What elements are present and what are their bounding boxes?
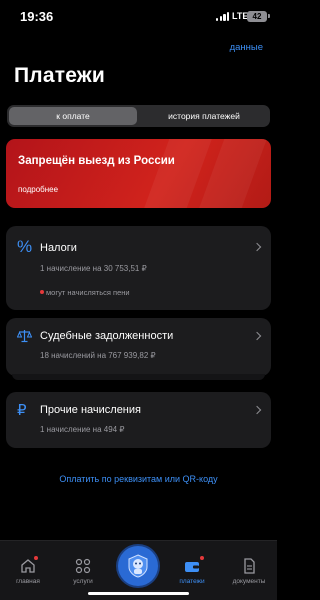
page-title: Платежи bbox=[14, 64, 105, 87]
card-subtitle: 1 начисление на 494 ₽ bbox=[40, 425, 125, 434]
card-title: Судебные задолженности bbox=[40, 330, 174, 342]
chevron-right-icon bbox=[252, 405, 262, 415]
card-title: Прочие начисления bbox=[40, 404, 141, 416]
payments-segmented-control: к оплате история платежей bbox=[7, 105, 270, 127]
other-charges-card[interactable]: ₽ Прочие начисления 1 начисление на 494 … bbox=[6, 392, 271, 448]
data-link[interactable]: данные bbox=[230, 42, 263, 53]
battery-icon: 42 bbox=[247, 11, 267, 22]
assistant-button[interactable] bbox=[118, 546, 158, 586]
card-title: Налоги bbox=[40, 242, 77, 254]
bottom-tab-bar: главная услуги платежи документы bbox=[0, 540, 277, 600]
taxes-card[interactable]: % Налоги 1 начисление на 30 753,51 ₽ мог… bbox=[6, 226, 271, 310]
chevron-right-icon bbox=[252, 331, 262, 341]
network-type: LTE bbox=[232, 11, 249, 21]
tab-label: главная bbox=[16, 578, 40, 585]
scales-icon bbox=[17, 330, 32, 343]
tab-payment-history[interactable]: история платежей bbox=[140, 107, 268, 125]
documents-icon bbox=[244, 558, 255, 574]
status-time: 19:36 bbox=[20, 9, 54, 24]
notification-dot-icon bbox=[199, 555, 205, 561]
cellular-signal-icon bbox=[216, 12, 230, 21]
assistant-robot-icon bbox=[128, 554, 148, 578]
banner-more-link[interactable]: подробнее bbox=[18, 185, 58, 194]
pay-by-requisites-link[interactable]: Оплатить по реквизитам или QR-коду bbox=[0, 474, 277, 484]
home-indicator bbox=[88, 591, 189, 595]
battery-tip bbox=[268, 14, 270, 18]
services-grid-icon bbox=[75, 558, 91, 574]
wallet-icon bbox=[185, 562, 199, 572]
court-debts-card[interactable]: Судебные задолженности 18 начислений на … bbox=[6, 318, 271, 376]
card-stack-shadow bbox=[12, 374, 265, 380]
tab-label: документы bbox=[232, 578, 266, 585]
tab-label: платежи bbox=[179, 578, 205, 585]
card-subtitle: 1 начисление на 30 753,51 ₽ bbox=[40, 264, 147, 273]
ruble-icon: ₽ bbox=[17, 402, 27, 419]
travel-ban-banner[interactable]: Запрещён выезд из России подробнее bbox=[6, 139, 271, 208]
status-bar: 19:36 LTE 42 bbox=[0, 0, 277, 34]
tab-to-pay[interactable]: к оплате bbox=[9, 107, 137, 125]
banner-title: Запрещён выезд из России bbox=[18, 155, 175, 167]
warning-dot-icon bbox=[40, 290, 44, 294]
card-subtitle: 18 начислений на 767 939,82 ₽ bbox=[40, 351, 156, 360]
card-warning: могут начисляться пени bbox=[46, 288, 130, 297]
tab-label: услуги bbox=[73, 578, 93, 585]
chevron-right-icon bbox=[252, 242, 262, 252]
percent-icon: % bbox=[17, 237, 33, 256]
notification-dot-icon bbox=[33, 555, 39, 561]
